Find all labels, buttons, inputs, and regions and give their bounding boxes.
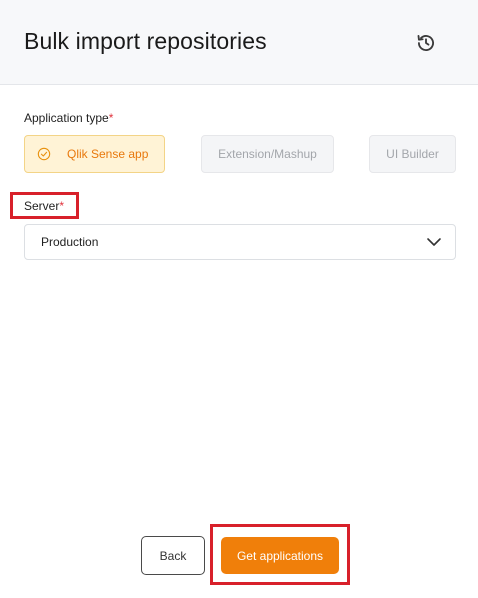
type-option-label: Qlik Sense app bbox=[67, 147, 149, 161]
type-option-ui-builder[interactable]: UI Builder bbox=[369, 135, 456, 173]
get-applications-label: Get applications bbox=[236, 548, 324, 563]
server-select[interactable]: Production bbox=[24, 224, 456, 260]
application-type-label: Application type* bbox=[24, 111, 113, 125]
required-mark: * bbox=[59, 199, 65, 213]
back-button-label: Back bbox=[159, 548, 187, 563]
back-button[interactable]: Back bbox=[141, 536, 205, 575]
required-mark: * bbox=[108, 111, 114, 125]
history-button[interactable] bbox=[414, 31, 438, 55]
type-option-qlik-sense-app[interactable]: Qlik Sense app bbox=[24, 135, 165, 173]
history-icon bbox=[417, 35, 434, 52]
application-type-label-text: Application type bbox=[24, 111, 109, 125]
server-label-text: Server bbox=[24, 199, 60, 213]
type-option-extension-mashup[interactable]: Extension/Mashup bbox=[201, 135, 334, 173]
chevron-down-icon bbox=[426, 236, 442, 248]
page-title: Bulk import repositories bbox=[24, 28, 267, 54]
get-applications-button[interactable]: Get applications bbox=[221, 537, 339, 574]
type-option-label: UI Builder bbox=[386, 147, 439, 161]
check-circle-icon bbox=[37, 147, 51, 161]
server-select-value: Production bbox=[41, 235, 99, 249]
server-label: Server* bbox=[24, 199, 64, 213]
dialog-header: Bulk import repositories bbox=[0, 0, 478, 85]
type-option-label: Extension/Mashup bbox=[218, 147, 317, 161]
